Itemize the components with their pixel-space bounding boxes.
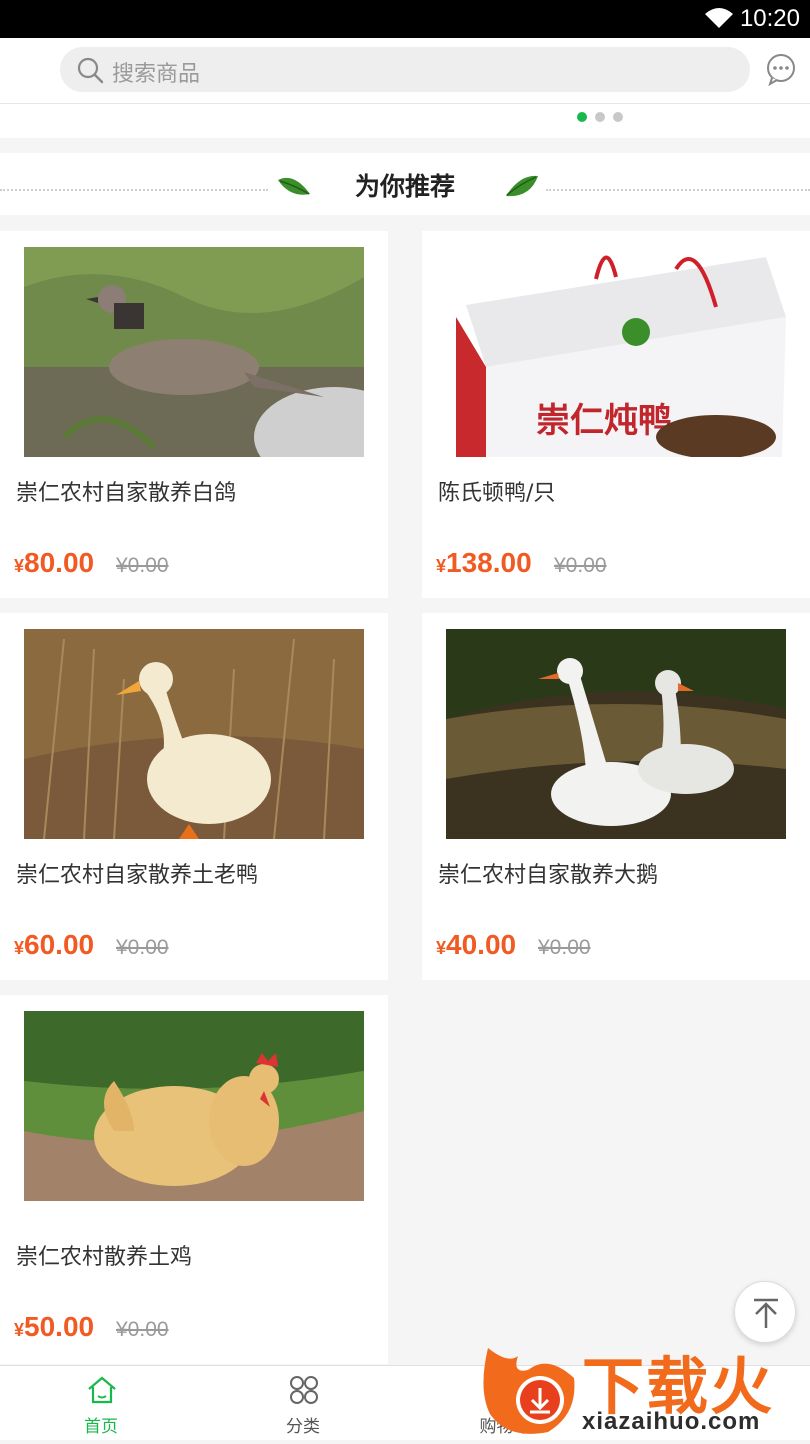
product-image[interactable]: 崇仁炖鸭 — [446, 247, 786, 457]
box-print-text: 崇仁炖鸭 — [536, 401, 672, 441]
product-name[interactable]: 崇仁农村自家散养大鹅 — [438, 857, 658, 889]
price-value: 40.00 — [446, 929, 517, 960]
banner-dot[interactable] — [595, 112, 605, 122]
section-title: 为你推荐 — [354, 172, 455, 201]
banner-carousel[interactable] — [0, 104, 810, 138]
status-bar: 10:20 — [0, 0, 810, 38]
wifi-icon — [705, 8, 733, 28]
product-card[interactable]: 崇仁农村自家散养土老鸭 ¥60.00 ¥0.00 — [0, 613, 388, 980]
tab-home[interactable]: 首页 — [1, 1366, 201, 1441]
product-name[interactable]: 崇仁农村散养土鸡 — [16, 1239, 192, 1271]
home-icon — [88, 1376, 116, 1404]
price-value: 50.00 — [24, 1311, 95, 1342]
price-value: 80.00 — [24, 547, 95, 578]
price-value: 138.00 — [446, 547, 532, 578]
search-icon — [77, 57, 104, 84]
product-price: ¥50.00 — [14, 1311, 94, 1343]
banner-dot-active[interactable] — [577, 112, 587, 122]
product-name[interactable]: 崇仁农村自家散养土老鸭 — [16, 857, 258, 889]
currency-symbol: ¥ — [14, 1320, 25, 1340]
product-image[interactable] — [24, 1011, 364, 1201]
search-placeholder: 搜索商品 — [112, 62, 201, 87]
product-name[interactable]: 陈氏顿鸭/只 — [438, 475, 555, 507]
product-image[interactable] — [446, 629, 786, 839]
tab-category[interactable]: 分类 — [203, 1366, 403, 1441]
watermark-logo: 下载火 xiazaihuo.com — [478, 1334, 810, 1440]
currency-symbol: ¥ — [436, 556, 447, 576]
product-price: ¥80.00 — [14, 547, 94, 579]
recommend-section-header: 为你推荐 — [0, 153, 810, 215]
tab-label: 首页 — [84, 1417, 118, 1437]
product-old-price: ¥0.00 — [554, 554, 607, 577]
product-price: ¥60.00 — [14, 929, 94, 961]
product-old-price: ¥0.00 — [116, 936, 169, 959]
currency-symbol: ¥ — [14, 938, 25, 958]
search-input[interactable]: 搜索商品 — [60, 47, 750, 92]
product-image[interactable] — [24, 247, 364, 457]
status-time: 10:20 — [739, 5, 800, 32]
product-old-price: ¥0.00 — [116, 554, 169, 577]
message-icon[interactable] — [764, 52, 798, 86]
flame-logo-icon — [483, 1348, 575, 1434]
product-card[interactable]: 崇仁农村自家散养大鹅 ¥40.00 ¥0.00 — [422, 613, 810, 980]
product-price: ¥138.00 — [436, 547, 532, 579]
tab-label: 分类 — [286, 1417, 320, 1437]
header: 搜索商品 — [0, 38, 810, 104]
banner-dot[interactable] — [613, 112, 623, 122]
product-name[interactable]: 崇仁农村自家散养白鸽 — [16, 475, 236, 507]
product-card[interactable]: 崇仁炖鸭 陈氏顿鸭/只 ¥138.00 ¥0.00 — [422, 231, 810, 598]
currency-symbol: ¥ — [436, 938, 447, 958]
leaf-icon — [506, 175, 538, 197]
price-value: 60.00 — [24, 929, 95, 960]
product-image[interactable] — [24, 629, 364, 839]
product-old-price: ¥0.00 — [538, 936, 591, 959]
watermark-url: xiazaihuo.com — [582, 1408, 761, 1435]
product-price: ¥40.00 — [436, 929, 516, 961]
product-card[interactable]: 崇仁农村散养土鸡 ¥50.00 ¥0.00 — [0, 995, 388, 1364]
product-card[interactable]: 崇仁农村自家散养白鸽 ¥80.00 ¥0.00 — [0, 231, 388, 598]
category-icon — [290, 1376, 318, 1404]
product-old-price: ¥0.00 — [116, 1318, 169, 1341]
currency-symbol: ¥ — [14, 556, 25, 576]
